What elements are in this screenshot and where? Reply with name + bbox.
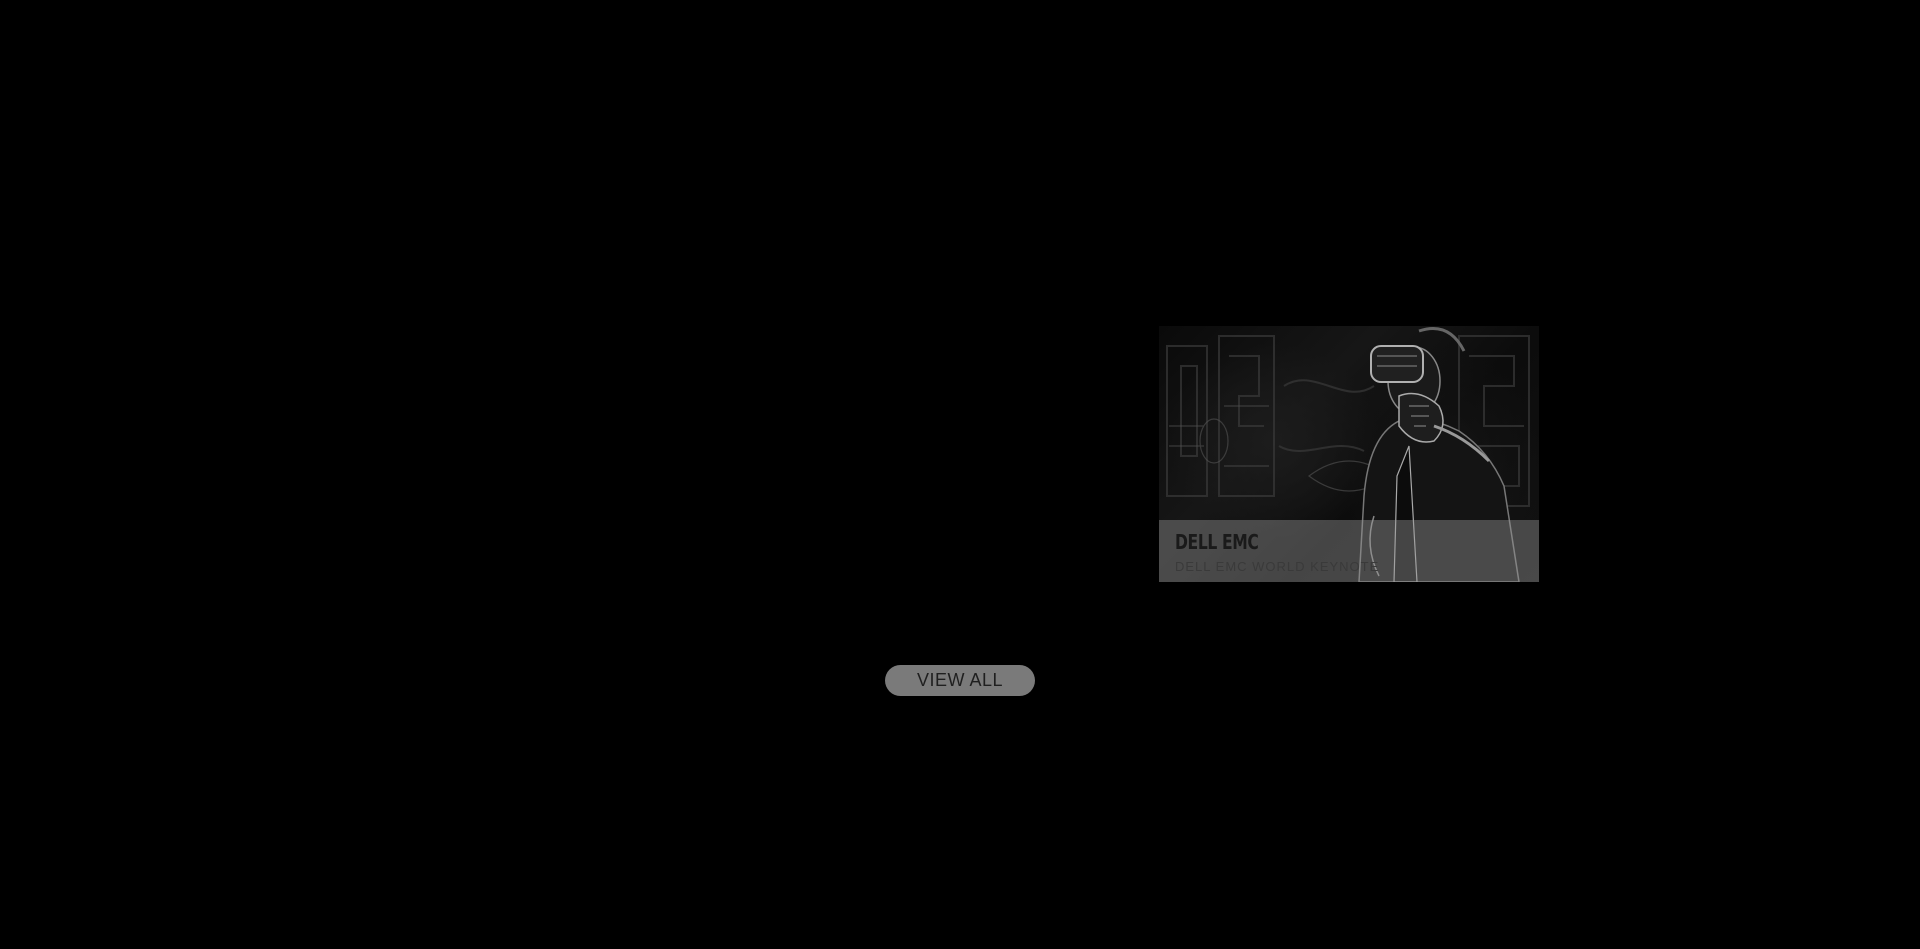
card-subtitle: DELL EMC WORLD KEYNOTE — [1175, 559, 1380, 574]
card-caption-overlay: DELL EMC DELL EMC WORLD KEYNOTE — [1159, 520, 1539, 582]
card-title: DELL EMC — [1175, 530, 1259, 554]
view-all-button[interactable]: VIEW ALL — [885, 665, 1035, 696]
page: DELL EMC DELL EMC WORLD KEYNOTE VIEW ALL — [0, 0, 1920, 949]
video-card-dell-emc[interactable]: DELL EMC DELL EMC WORLD KEYNOTE — [1159, 326, 1539, 582]
